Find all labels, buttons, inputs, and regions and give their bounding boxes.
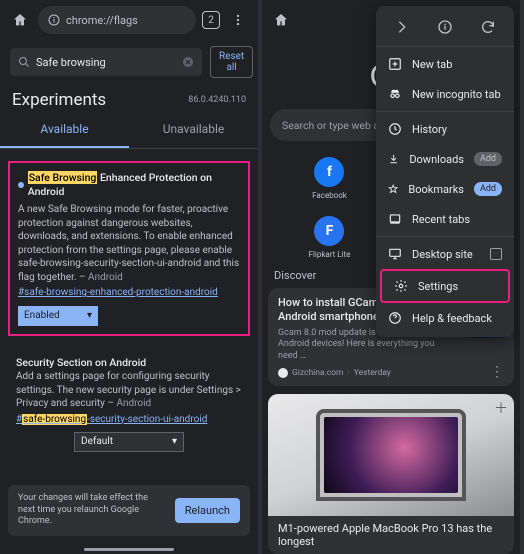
- flag-state-select[interactable]: Default▾: [74, 432, 184, 452]
- flag-security-section: Security Section on Android Add a settin…: [8, 348, 250, 460]
- url-text: chrome://flags: [66, 14, 138, 27]
- home-indicator: [84, 548, 174, 551]
- modified-dot-icon: [18, 182, 24, 188]
- star-icon: [388, 182, 398, 196]
- menu-nav-row: [376, 10, 514, 44]
- tabs: Available Unavailable: [0, 112, 258, 148]
- card-meta: Gizchina.com · Yesterday: [278, 368, 504, 378]
- menu-downloads[interactable]: DownloadsAdd: [376, 144, 514, 174]
- address-bar[interactable]: chrome://flags: [38, 6, 196, 34]
- search-icon: [18, 56, 30, 68]
- info-icon[interactable]: [434, 16, 456, 38]
- card-time: Yesterday: [354, 368, 391, 378]
- reset-all-button[interactable]: Reset all: [210, 46, 253, 78]
- restart-message: Your changes will take effect the next t…: [18, 493, 167, 528]
- menu-desktop-site[interactable]: Desktop site: [376, 239, 514, 269]
- facebook-icon: f: [314, 157, 344, 187]
- menu-new-tab[interactable]: New tab: [376, 49, 514, 79]
- tab-available[interactable]: Available: [0, 112, 129, 148]
- overflow-icon[interactable]: [226, 8, 250, 32]
- shortcut-label: Facebook: [312, 191, 347, 200]
- shortcut-flipkart[interactable]: F Flipkart Lite: [289, 216, 370, 259]
- gear-icon: [394, 279, 408, 293]
- flag-hash-link[interactable]: #safe-browsing-security-section-ui-andro…: [16, 413, 207, 427]
- add-pill[interactable]: Add: [474, 152, 502, 166]
- macbook-illustration: [316, 409, 466, 501]
- discover-card[interactable]: ＋ M1-powered Apple MacBook Pro 13 has th…: [268, 394, 514, 554]
- card-image: ＋: [268, 394, 514, 516]
- platform-text: Android: [116, 398, 151, 409]
- menu-help[interactable]: Help & feedback: [376, 303, 514, 333]
- tab-unavailable[interactable]: Unavailable: [129, 112, 258, 148]
- desktop-icon: [388, 247, 402, 261]
- search-box[interactable]: [10, 48, 202, 76]
- card-title: M1-powered Apple MacBook Pro 13 has the …: [268, 516, 514, 554]
- add-pill[interactable]: Add: [474, 182, 502, 196]
- divider: [0, 148, 258, 149]
- help-icon: [388, 311, 402, 325]
- platform-text: Android: [88, 272, 123, 283]
- card-overflow-icon[interactable]: ⋮: [490, 364, 504, 380]
- page-title: Experiments: [12, 90, 106, 110]
- tab-count[interactable]: 2: [202, 11, 220, 29]
- source-favicon: [278, 368, 288, 378]
- version-text: 86.0.4240.110: [188, 95, 246, 105]
- relaunch-button[interactable]: Relaunch: [175, 498, 240, 523]
- search-input[interactable]: [36, 56, 176, 69]
- menu-bookmarks[interactable]: BookmarksAdd: [376, 174, 514, 204]
- flags-page: chrome://flags 2 Reset all Experiments 8…: [0, 0, 258, 554]
- plus-box-icon: [388, 57, 402, 71]
- menu-recent-tabs[interactable]: Recent tabs: [376, 204, 514, 234]
- shortcut-label: Flipkart Lite: [309, 250, 351, 259]
- recent-tabs-icon: [388, 212, 402, 226]
- menu-incognito[interactable]: New incognito tab: [376, 79, 514, 109]
- checkbox[interactable]: [490, 248, 502, 260]
- refresh-icon[interactable]: [477, 16, 499, 38]
- search-row: Reset all: [0, 40, 258, 84]
- incognito-icon: [388, 87, 402, 101]
- download-icon: [388, 152, 399, 166]
- expand-icon[interactable]: ＋: [494, 398, 508, 418]
- history-icon: [388, 122, 402, 136]
- flag-description: A new Safe Browsing mode for faster, pro…: [18, 204, 239, 283]
- restart-bar: Your changes will take effect the next t…: [8, 485, 250, 536]
- card-source: Gizchina.com: [292, 368, 344, 378]
- home-icon[interactable]: [270, 9, 292, 31]
- overflow-menu: New tab New incognito tab History Downlo…: [376, 6, 514, 337]
- flag-title: Security Section on Android: [16, 356, 242, 370]
- home-icon[interactable]: [8, 8, 32, 32]
- forward-icon[interactable]: [391, 16, 413, 38]
- flipkart-icon: F: [314, 216, 344, 246]
- page-header: Experiments 86.0.4240.110: [0, 84, 258, 112]
- chevron-down-icon: ▾: [87, 309, 92, 323]
- info-icon: [48, 14, 60, 26]
- shortcut-facebook[interactable]: f Facebook: [289, 157, 370, 200]
- menu-settings[interactable]: Settings: [380, 269, 510, 303]
- menu-history[interactable]: History: [376, 114, 514, 144]
- flag-title: Safe Browsing Enhanced Protection on And…: [28, 171, 240, 199]
- chrome-home: Go Search or type web add fFacebook ●Cri…: [262, 0, 520, 554]
- flag-state-select[interactable]: Enabled▾: [18, 306, 98, 326]
- flag-safe-browsing-enhanced: Safe Browsing Enhanced Protection on And…: [8, 161, 250, 336]
- chevron-down-icon: ▾: [172, 435, 177, 449]
- browser-topbar: chrome://flags 2: [0, 0, 258, 40]
- clear-icon[interactable]: [182, 56, 194, 68]
- flag-hash-link[interactable]: #safe-browsing-enhanced-protection-andro…: [18, 286, 218, 300]
